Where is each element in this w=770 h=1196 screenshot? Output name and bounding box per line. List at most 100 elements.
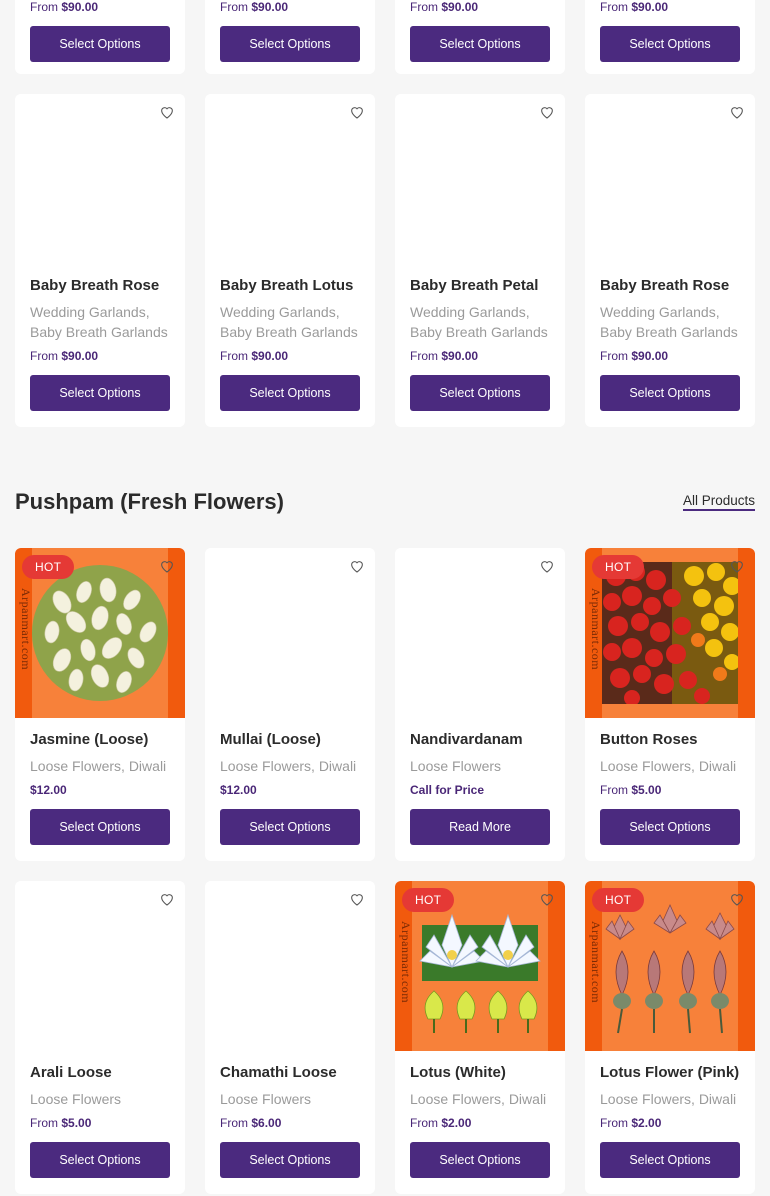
product-image[interactable]: Arpanmart.com HOT [585,548,755,718]
select-options-button[interactable]: Select Options [30,375,170,411]
product-price: $12.00 [30,783,67,797]
watermark-text: Arpanmart.com [589,921,603,1004]
product-card: Arpanmart.com [585,881,755,1194]
all-products-link[interactable]: All Products [682,493,755,511]
product-price: From $90.00 [30,349,99,363]
select-options-button[interactable]: Select Options [220,375,360,411]
product-card: Baby Breath Lotus Wedding Garlands, Baby… [205,94,375,427]
product-price: Call for Price [410,783,485,797]
select-options-button[interactable]: Select Options [30,26,170,62]
wishlist-heart-icon[interactable] [349,104,365,120]
product-categories[interactable]: Loose Flowers, Diwali [600,1089,740,1109]
select-options-button[interactable]: Select Options [220,809,360,845]
select-options-button[interactable]: Select Options [600,809,740,845]
product-title[interactable]: Lotus (White) [410,1063,550,1083]
product-price: From $90.00 [410,0,479,14]
product-price: From $90.00 [600,0,669,14]
select-options-button[interactable]: Select Options [220,26,360,62]
product-categories[interactable]: Wedding Garlands, Baby Breath Garlands [410,302,550,342]
product-price: From $90.00 [30,0,99,14]
product-categories[interactable]: Loose Flowers, Diwali [410,1089,550,1109]
wishlist-heart-icon[interactable] [349,558,365,574]
product-card: From $90.00 Select Options [205,0,375,74]
select-options-button[interactable]: Select Options [30,1142,170,1178]
product-image[interactable] [15,881,185,1051]
product-card: Baby Breath Rose Wedding Garlands, Baby … [15,94,185,427]
select-options-button[interactable]: Select Options [600,26,740,62]
product-title[interactable]: Baby Breath Petal [410,276,550,296]
flower-product-row: Arpanmart.com HOT Jasmine (Loose) Loose … [15,548,755,861]
wishlist-heart-icon[interactable] [349,891,365,907]
product-card: Arpanmart.com [395,881,565,1194]
wishlist-heart-icon[interactable] [729,558,745,574]
top-product-row: From $90.00 Select Options From $90.00 S… [15,0,755,74]
product-image[interactable] [395,548,565,718]
wishlist-heart-icon[interactable] [539,558,555,574]
select-options-button[interactable]: Select Options [30,809,170,845]
product-card: Arpanmart.com [15,548,185,861]
product-image[interactable]: Arpanmart.com HOT [585,881,755,1051]
product-categories[interactable]: Loose Flowers [220,1089,360,1109]
wishlist-heart-icon[interactable] [159,558,175,574]
garland-product-row: Baby Breath Rose Wedding Garlands, Baby … [15,94,755,427]
product-title[interactable]: Chamathi Loose [220,1063,360,1083]
product-categories[interactable]: Loose Flowers, Diwali [30,756,170,776]
product-price: From $2.00 [410,1116,472,1130]
select-options-button[interactable]: Select Options [410,1142,550,1178]
product-image[interactable] [205,881,375,1051]
product-title[interactable]: Jasmine (Loose) [30,730,170,750]
wishlist-heart-icon[interactable] [729,891,745,907]
product-title[interactable]: Baby Breath Rose [30,276,170,296]
white-lotus-image [419,913,541,1033]
product-title[interactable]: Arali Loose [30,1063,170,1083]
product-price: $12.00 [220,783,257,797]
product-categories[interactable]: Loose Flowers [30,1089,170,1109]
product-title[interactable]: Baby Breath Rose [600,276,740,296]
hot-badge: HOT [22,555,75,579]
product-price: From $5.00 [600,783,662,797]
product-price: From $90.00 [410,349,479,363]
product-title[interactable]: Lotus Flower (Pink) [600,1063,740,1083]
product-image[interactable] [15,94,185,264]
product-price: From $90.00 [220,0,289,14]
product-image[interactable] [585,94,755,264]
section-header: Pushpam (Fresh Flowers) All Products [15,487,755,517]
product-categories[interactable]: Loose Flowers, Diwali [600,756,740,776]
product-title[interactable]: Nandivardanam [410,730,550,750]
watermark-text: Arpanmart.com [19,588,33,671]
wishlist-heart-icon[interactable] [539,104,555,120]
wishlist-heart-icon[interactable] [729,104,745,120]
select-options-button[interactable]: Select Options [600,1142,740,1178]
wishlist-heart-icon[interactable] [159,104,175,120]
wishlist-heart-icon[interactable] [159,891,175,907]
product-image[interactable] [205,94,375,264]
product-categories[interactable]: Wedding Garlands, Baby Breath Garlands [30,302,170,342]
product-card: From $90.00 Select Options [395,0,565,74]
product-title[interactable]: Button Roses [600,730,740,750]
wishlist-heart-icon[interactable] [539,891,555,907]
product-image[interactable]: Arpanmart.com HOT [395,881,565,1051]
select-options-button[interactable]: Select Options [600,375,740,411]
select-options-button[interactable]: Select Options [410,375,550,411]
product-image[interactable] [395,94,565,264]
product-image[interactable]: Arpanmart.com HOT [15,548,185,718]
pink-lotus-image [605,904,735,1034]
product-categories[interactable]: Wedding Garlands, Baby Breath Garlands [220,302,360,342]
product-card: Nandivardanam Loose Flowers Call for Pri… [395,548,565,861]
product-categories[interactable]: Loose Flowers, Diwali [220,756,360,776]
product-title[interactable]: Baby Breath Lotus [220,276,360,296]
product-price: From $2.00 [600,1116,662,1130]
product-categories[interactable]: Loose Flowers [410,756,550,776]
product-categories[interactable]: Wedding Garlands, Baby Breath Garlands [600,302,740,342]
product-price: From $6.00 [220,1116,282,1130]
read-more-button[interactable]: Read More [410,809,550,845]
product-card: Arpanmart.com [585,548,755,861]
select-options-button[interactable]: Select Options [410,26,550,62]
product-image[interactable] [205,548,375,718]
product-title[interactable]: Mullai (Loose) [220,730,360,750]
product-price: From $5.00 [30,1116,92,1130]
select-options-button[interactable]: Select Options [220,1142,360,1178]
product-card: Mullai (Loose) Loose Flowers, Diwali $12… [205,548,375,861]
product-price: From $90.00 [600,349,669,363]
product-card: Arali Loose Loose Flowers From $5.00 Sel… [15,881,185,1194]
